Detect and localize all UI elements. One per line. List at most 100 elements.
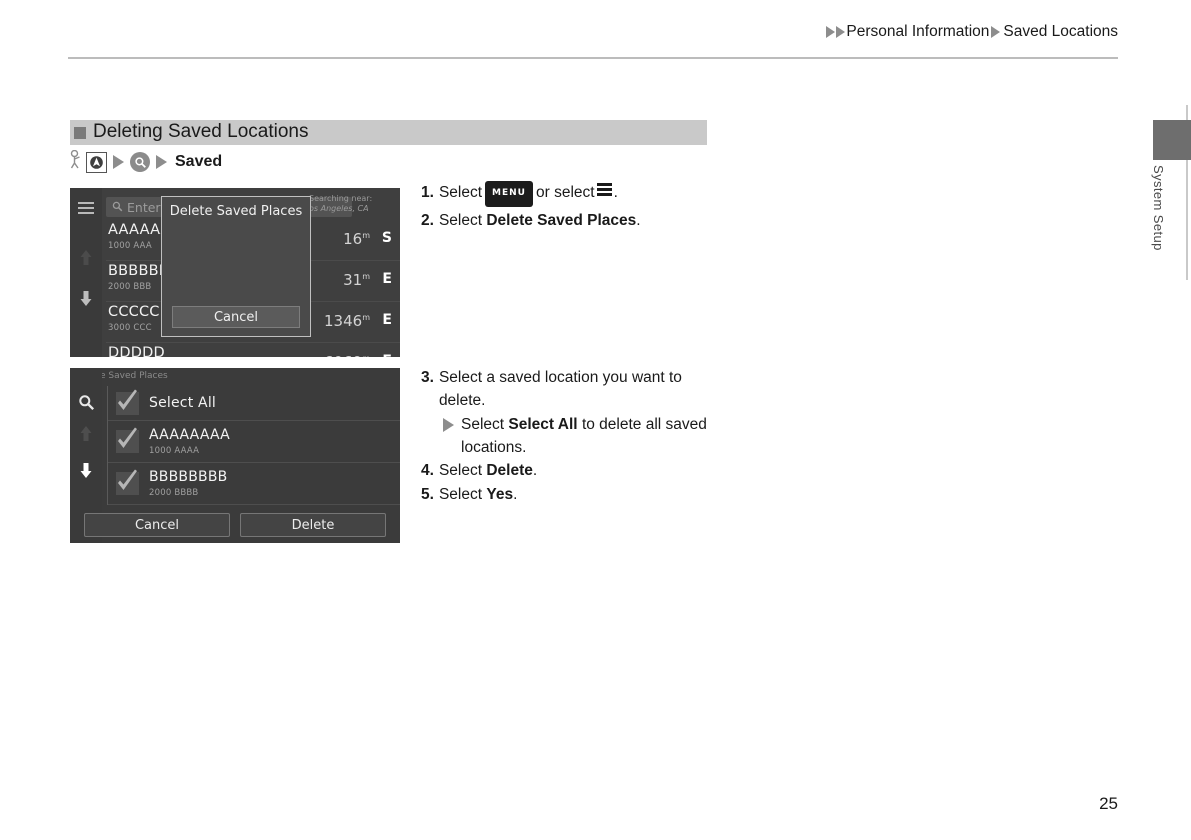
result-address: 3000 CCC	[108, 323, 152, 333]
section-title-bar: Deleting Saved Locations	[70, 120, 707, 145]
scroll-down-icon[interactable]	[79, 288, 93, 310]
breadcrumb-item-personal-information: Personal Information	[846, 23, 990, 40]
searching-near-box: Searching near: os Angeles, CA	[306, 194, 398, 214]
step-number: 2.	[421, 212, 434, 229]
searching-near-label: Searching near:	[309, 194, 373, 203]
page-number: 25	[1099, 794, 1118, 813]
step-3-substep: Select Select All to delete all saved lo…	[443, 413, 721, 459]
result-direction: E	[382, 312, 392, 328]
nav-path-saved-label: Saved	[175, 153, 223, 170]
list-item-text: Select All	[149, 395, 216, 411]
step-3: 3. Select a saved location you want to d…	[421, 366, 721, 412]
instruction-steps-top: 1. Select MENU or select. 2. Select Delete…	[421, 181, 741, 232]
step-prefix: Select	[438, 212, 483, 229]
result-distance: 31m	[343, 271, 370, 289]
checkbox-checked[interactable]	[116, 389, 139, 415]
home-icon[interactable]	[86, 151, 107, 173]
result-name: BBBBBB	[108, 263, 169, 279]
list-item[interactable]: AAAAAAAA 1000 AAAA	[108, 421, 400, 463]
table-row[interactable]: DDDDD 6069m E	[106, 343, 400, 357]
breadcrumb-separator-arrow-icon	[991, 26, 1001, 38]
searching-near-city: os Angeles, CA	[309, 204, 369, 213]
step-1: 1. Select MENU or select.	[421, 181, 741, 209]
step-5: 5. Select Yes.	[421, 483, 721, 506]
step-suffix: .	[636, 212, 641, 229]
cancel-button[interactable]: Cancel	[172, 306, 300, 328]
result-distance: 16m	[343, 230, 370, 248]
substep-text: Select Select All to delete all saved lo…	[461, 413, 721, 459]
breadcrumb-arrow-icon	[836, 26, 846, 38]
menu-icon	[596, 183, 612, 198]
result-name: DDDDD	[108, 345, 165, 357]
step-text: Select Yes.	[439, 483, 721, 506]
delete-saved-places-dialog: Delete Saved Places Cancel	[161, 196, 311, 337]
step-emphasis: Delete	[486, 462, 533, 479]
list-item-label: BBBBBBBB	[149, 469, 228, 485]
menu-icon[interactable]	[78, 202, 94, 217]
result-direction: E	[382, 271, 392, 287]
step-suffix: .	[513, 486, 518, 503]
step-prefix: Select	[438, 184, 483, 201]
step-text: Select Delete.	[439, 459, 721, 482]
screenshot1-left-rail	[70, 188, 102, 357]
search-icon[interactable]	[130, 152, 150, 172]
substep-arrow-icon	[443, 418, 454, 432]
scroll-down-icon[interactable]	[79, 460, 93, 482]
checkbox-checked[interactable]	[116, 427, 139, 453]
hand-pointer-icon	[70, 149, 82, 175]
section-bullet-icon	[74, 126, 86, 139]
list-item-text: AAAAAAAA 1000 AAAA	[149, 427, 230, 456]
breadcrumb: Personal Information Saved Locations	[826, 23, 1118, 41]
path-arrow-icon	[156, 155, 167, 169]
list-item-address: 2000 BBBB	[149, 488, 199, 498]
list-item-label: AAAAAAAA	[149, 427, 230, 443]
step-emphasis: Yes	[486, 486, 514, 503]
result-name: CCCCC	[108, 304, 160, 320]
result-address: 1000 AAA	[108, 241, 152, 251]
dialog-title: Delete Saved Places	[169, 204, 303, 219]
page-title: Deleting Saved Locations	[93, 120, 309, 142]
header-divider	[68, 57, 1118, 59]
list-item-label: Select All	[149, 395, 216, 411]
step-number: 3.	[421, 369, 434, 386]
cancel-button[interactable]: Cancel	[84, 513, 230, 537]
screenshot-delete-saved-places-list: Delete Saved Places Select All AAAAAAAA …	[70, 368, 400, 543]
list-item-address: 1000 AAAA	[149, 446, 200, 456]
result-distance: 6069m	[324, 353, 370, 357]
step-prefix: Select	[438, 486, 483, 503]
step-middle: or select	[535, 184, 595, 201]
step-emphasis: Delete Saved Places	[486, 212, 637, 229]
nav-path: Saved	[70, 149, 223, 175]
menu-button-graphic: MENU	[485, 181, 533, 207]
step-4: 4. Select Delete.	[421, 459, 721, 482]
result-direction: E	[382, 353, 392, 357]
breadcrumb-item-saved-locations: Saved Locations	[1003, 23, 1118, 40]
step-number: 5.	[421, 486, 434, 503]
scroll-up-icon[interactable]	[79, 248, 93, 270]
delete-button[interactable]: Delete	[240, 513, 386, 537]
result-direction: S	[381, 230, 392, 246]
substep-emphasis: Select All	[508, 416, 578, 433]
path-arrow-icon	[113, 155, 124, 169]
scroll-up-icon[interactable]	[79, 424, 93, 446]
search-icon	[112, 200, 123, 215]
instruction-steps-bottom: 3. Select a saved location you want to d…	[421, 366, 721, 507]
side-tab-marker	[1153, 120, 1191, 160]
step-prefix: Select	[438, 462, 483, 479]
result-address: 2000 BBB	[108, 282, 152, 292]
step-text: Select MENU or select.	[438, 181, 741, 209]
breadcrumb-arrow-icon	[826, 26, 836, 38]
substep-prefix: Select	[461, 416, 505, 433]
dialog-actions: Cancel Delete	[70, 513, 400, 537]
list-item[interactable]: Select All	[108, 386, 400, 421]
step-suffix: .	[532, 462, 538, 479]
step-2: 2. Select Delete Saved Places.	[421, 210, 741, 231]
list-item-text: BBBBBBBB 2000 BBBB	[149, 469, 227, 498]
step-suffix: .	[613, 184, 618, 201]
checkbox-checked[interactable]	[116, 469, 139, 495]
search-icon[interactable]	[78, 394, 95, 411]
saved-places-list: Select All AAAAAAAA 1000 AAAA BBBBBBBB 2…	[107, 386, 400, 505]
step-text: Select a saved location you want to dele…	[438, 369, 682, 409]
list-item[interactable]: BBBBBBBB 2000 BBBB	[108, 463, 400, 505]
step-number: 1.	[421, 184, 434, 201]
